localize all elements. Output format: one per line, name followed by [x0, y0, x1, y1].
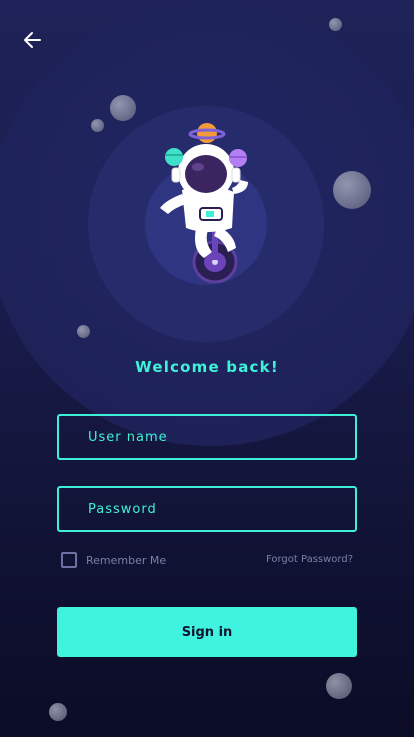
bubble-decoration [49, 703, 67, 721]
astronaut-on-unicycle-icon [160, 123, 248, 284]
username-field[interactable] [57, 414, 357, 460]
bubble-decoration [333, 171, 371, 209]
back-button[interactable] [20, 28, 46, 52]
password-field[interactable] [57, 486, 357, 532]
welcome-title: Welcome back! [135, 358, 279, 376]
remember-me-label: Remember Me [86, 553, 167, 567]
login-screen: Welcome back! Remember Me Forgot Passwor… [0, 0, 414, 737]
bubble-decoration [110, 95, 136, 121]
remember-me-checkbox[interactable] [61, 552, 77, 568]
arrow-left-icon [24, 32, 41, 48]
bubble-decoration [326, 673, 352, 699]
sign-in-button[interactable]: Sign in [57, 607, 357, 657]
bubble-decoration [329, 18, 342, 31]
bubble-decoration [91, 119, 104, 132]
forgot-password-link[interactable]: Forgot Password? [266, 554, 353, 565]
bubble-decoration [77, 325, 90, 338]
remember-me-toggle[interactable]: Remember Me [61, 552, 166, 568]
